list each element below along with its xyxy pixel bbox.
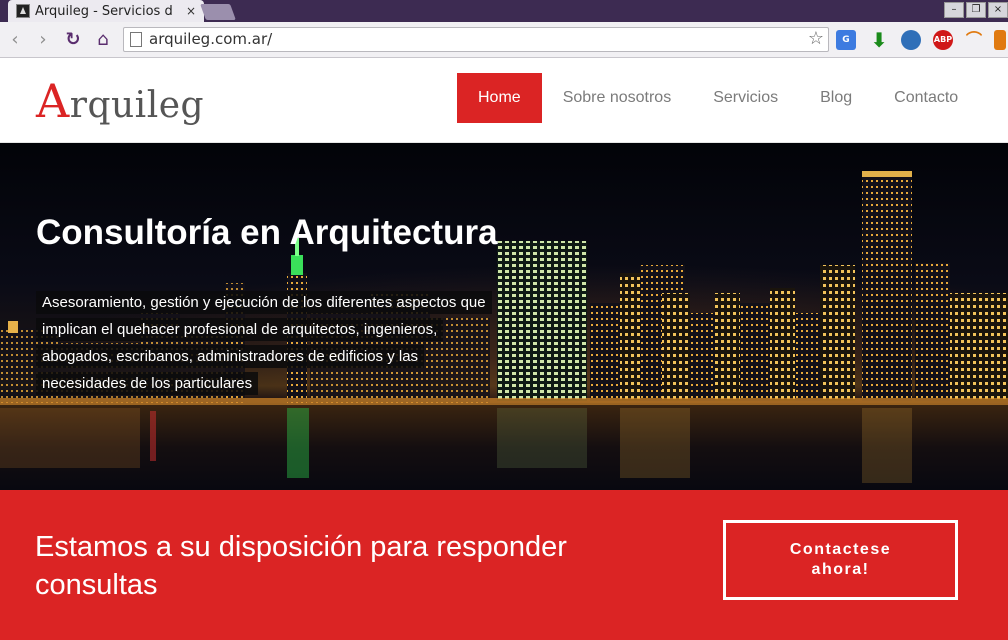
maximize-button[interactable]: ❐: [966, 2, 986, 18]
tab-title: Arquileg - Servicios d: [35, 3, 173, 19]
browser-tab[interactable]: Arquileg - Servicios d ×: [8, 0, 204, 22]
reload-button[interactable]: ↻: [62, 29, 84, 51]
site-logo[interactable]: Arquileg: [36, 74, 204, 128]
url-text[interactable]: arquileg.com.ar/: [149, 30, 272, 48]
hero-description: Asesoramiento, gestión y ejecución de lo…: [36, 289, 506, 397]
address-bar[interactable]: arquileg.com.ar/ ☆: [123, 27, 829, 52]
forward-button[interactable]: ›: [32, 29, 54, 51]
arc-extension-icon[interactable]: ⌒: [964, 30, 984, 50]
adblock-extension-icon[interactable]: ABP: [933, 30, 953, 50]
browser-toolbar: ‹ › ↻ ⌂ arquileg.com.ar/ ☆ G ⬇ ABP ⌒: [0, 22, 1008, 58]
main-nav: Home Sobre nosotros Servicios Blog Conta…: [457, 73, 979, 123]
hero-description-text: Asesoramiento, gestión y ejecución de lo…: [36, 291, 492, 395]
home-button[interactable]: ⌂: [92, 29, 114, 51]
cta-text: Estamos a su disposición para responder …: [35, 531, 567, 601]
nav-item-servicios[interactable]: Servicios: [692, 73, 799, 123]
site-header: Arquileg Home Sobre nosotros Servicios B…: [0, 58, 1008, 143]
bookmark-star-icon[interactable]: ☆: [808, 28, 824, 49]
minimize-button[interactable]: –: [944, 2, 964, 18]
logo-initial: A: [36, 74, 70, 128]
cta-band: Estamos a su disposición para responder …: [0, 490, 1008, 640]
nav-item-contacto[interactable]: Contacto: [873, 73, 979, 123]
globe-extension-icon[interactable]: [901, 30, 921, 50]
logo-text: rquileg: [69, 85, 205, 126]
nav-item-blog[interactable]: Blog: [799, 73, 873, 123]
back-button[interactable]: ‹: [4, 29, 26, 51]
menu-extension-icon[interactable]: [994, 30, 1006, 50]
new-tab-button[interactable]: [200, 4, 236, 20]
contact-now-button[interactable]: Contactese ahora!: [723, 520, 958, 600]
close-window-button[interactable]: ×: [988, 2, 1008, 18]
hero-banner: Consultoría en Arquitectura Asesoramient…: [0, 143, 1008, 490]
hero-title: Consultoría en Arquitectura: [36, 213, 498, 252]
tab-close-icon[interactable]: ×: [186, 4, 196, 18]
browser-titlebar: Arquileg - Servicios d × – ❐ ×: [0, 0, 1008, 22]
page-icon: [130, 32, 142, 47]
window-controls: – ❐ ×: [944, 2, 1008, 18]
nav-item-sobre-nosotros[interactable]: Sobre nosotros: [542, 73, 693, 123]
site-favicon-icon: [16, 4, 30, 18]
translate-extension-icon[interactable]: G: [836, 30, 856, 50]
download-extension-icon[interactable]: ⬇: [869, 30, 889, 50]
nav-item-home[interactable]: Home: [457, 73, 542, 123]
